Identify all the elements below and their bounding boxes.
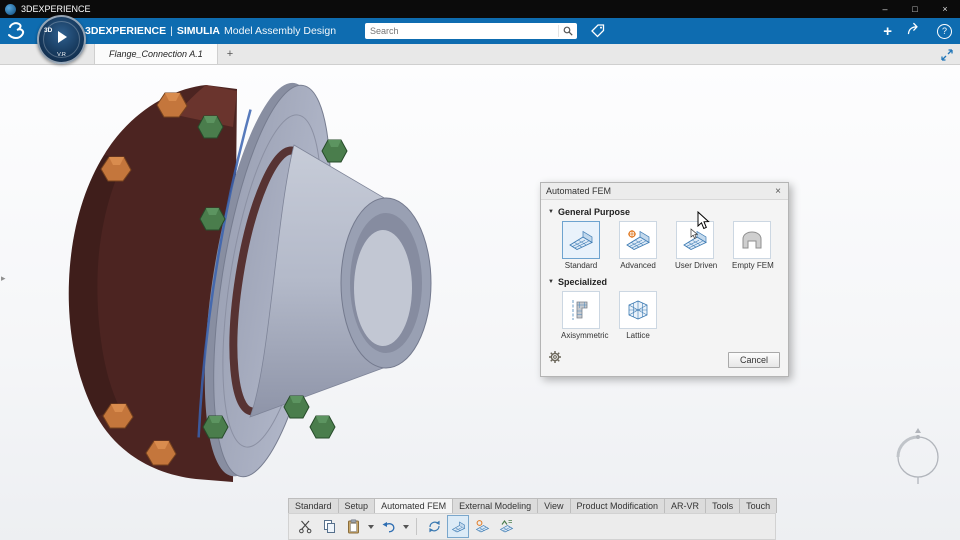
options-gear-icon[interactable]	[548, 350, 562, 369]
specialized-row: Axisymmetric Lattice	[541, 291, 788, 340]
ribbon-tab-ar-vr[interactable]: AR-VR	[664, 498, 706, 513]
ribbon-tab-view[interactable]: View	[537, 498, 570, 513]
fem-option-label: Standard	[561, 261, 601, 270]
dialog-title: Automated FEM	[546, 186, 611, 196]
ribbon-tab-touch[interactable]: Touch	[739, 498, 777, 513]
search-icon[interactable]	[558, 25, 577, 37]
ribbon-tab-tools[interactable]: Tools	[705, 498, 740, 513]
tag-icon[interactable]	[590, 23, 606, 44]
document-tab-active[interactable]: Flange_Connection A.1	[94, 44, 218, 64]
cut-button[interactable]	[294, 515, 316, 538]
collapse-arrow-icon: ▼	[548, 209, 554, 215]
titlebar-app-name: 3DEXPERIENCE	[21, 4, 91, 14]
section-general-purpose[interactable]: ▼ General Purpose	[548, 207, 788, 217]
header-actions: + ?	[883, 18, 952, 44]
brand-text: 3DEXPERIENCE	[85, 25, 166, 37]
app-header: 3DEXPERIENCE | SIMULIA Model Assembly De…	[0, 18, 960, 44]
general-purpose-row: Standard Advanced	[541, 221, 788, 270]
fem-option-advanced[interactable]: Advanced	[618, 221, 658, 270]
action-bar: Standard Setup Automated FEM External Mo…	[288, 498, 776, 540]
app-text: SIMULIA	[177, 25, 220, 37]
chevron-down-icon	[368, 525, 374, 529]
fem-option-label: User Driven	[675, 261, 715, 270]
search-input[interactable]	[365, 26, 558, 36]
section-specialized[interactable]: ▼ Specialized	[548, 277, 788, 287]
expand-viewport-icon[interactable]	[941, 48, 953, 66]
fem-option-label: Lattice	[618, 331, 658, 340]
module-text: Model Assembly Design	[224, 25, 336, 37]
flange-assembly-model[interactable]	[0, 65, 960, 540]
undo-icon	[381, 519, 396, 534]
view-rotation-widget[interactable]	[898, 428, 938, 484]
paste-button[interactable]	[342, 515, 364, 538]
ribbon-tab-setup[interactable]: Setup	[338, 498, 376, 513]
automated-fem-dialog: Automated FEM × ▼ General Purpose Standa…	[540, 182, 789, 377]
os-titlebar: 3DEXPERIENCE – □ ×	[0, 0, 960, 18]
update-icon	[427, 519, 442, 534]
help-icon[interactable]: ?	[937, 24, 952, 39]
minimize-button[interactable]: –	[870, 0, 900, 18]
3d-viewport[interactable]: ▸	[0, 65, 960, 540]
fem-rules-button[interactable]	[495, 515, 517, 538]
undo-button[interactable]	[377, 515, 399, 538]
paste-dropdown[interactable]	[366, 516, 375, 537]
section-label: General Purpose	[558, 207, 630, 217]
fem-option-axisymmetric[interactable]: Axisymmetric	[561, 291, 601, 340]
section-label: Specialized	[558, 277, 607, 287]
action-bar-tabs: Standard Setup Automated FEM External Mo…	[288, 498, 776, 513]
divider-text: |	[170, 25, 173, 37]
copy-button[interactable]	[318, 515, 340, 538]
undo-dropdown[interactable]	[401, 516, 410, 537]
mesh-advanced-icon	[475, 519, 490, 534]
close-button[interactable]: ×	[930, 0, 960, 18]
mesh-standard-icon	[451, 519, 466, 534]
fem-option-empty-fem[interactable]: Empty FEM	[732, 221, 772, 270]
add-content-button[interactable]: +	[883, 24, 892, 39]
cut-icon	[298, 519, 313, 534]
fem-advanced-button[interactable]	[471, 515, 493, 538]
lattice-icon	[619, 291, 657, 329]
dialog-titlebar[interactable]: Automated FEM ×	[541, 183, 788, 200]
dialog-close-icon[interactable]: ×	[773, 186, 783, 197]
ribbon-tab-automated-fem[interactable]: Automated FEM	[374, 498, 453, 513]
copy-icon	[322, 519, 337, 534]
ribbon-tab-external-modeling[interactable]: External Modeling	[452, 498, 538, 513]
search-box	[365, 23, 577, 39]
collapse-arrow-icon: ▼	[548, 279, 554, 285]
dialog-footer: Cancel	[541, 344, 788, 376]
fem-option-standard[interactable]: Standard	[561, 221, 601, 270]
axisymmetric-icon	[562, 291, 600, 329]
mesh-standard-icon	[562, 221, 600, 259]
panel-expand-arrow[interactable]: ▸	[1, 273, 6, 284]
mesh-rules-icon	[499, 519, 514, 534]
fem-option-lattice[interactable]: Lattice	[618, 291, 658, 340]
update-fem-button[interactable]	[423, 515, 445, 538]
ribbon-tab-product-modification[interactable]: Product Modification	[570, 498, 666, 513]
toolbar-separator	[416, 518, 417, 535]
fem-option-label: Advanced	[618, 261, 658, 270]
3ds-logo-icon	[7, 22, 33, 40]
mesh-advanced-icon	[619, 221, 657, 259]
3d-compass[interactable]: 3D V.R	[37, 15, 86, 64]
ribbon-tab-standard[interactable]: Standard	[288, 498, 339, 513]
share-icon[interactable]	[907, 22, 922, 40]
app-logo-icon	[5, 4, 16, 15]
window-controls: – □ ×	[870, 0, 960, 18]
mouse-cursor	[697, 211, 710, 235]
compass-3d-label: 3D	[44, 27, 52, 34]
cancel-button[interactable]: Cancel	[728, 352, 780, 368]
chevron-down-icon	[403, 525, 409, 529]
header-title: 3DEXPERIENCE | SIMULIA Model Assembly De…	[85, 25, 336, 37]
empty-fem-icon	[733, 221, 771, 259]
maximize-button[interactable]: □	[900, 0, 930, 18]
paste-icon	[346, 519, 361, 534]
ribbon-toolbar	[288, 513, 776, 540]
document-tabbar: Flange_Connection A.1 +	[0, 44, 960, 65]
compass-play-icon[interactable]	[58, 31, 67, 43]
fem-standard-button[interactable]	[447, 515, 469, 538]
new-tab-button[interactable]: +	[218, 44, 242, 64]
fem-option-label: Empty FEM	[732, 261, 772, 270]
fem-option-label: Axisymmetric	[561, 331, 601, 340]
compass-version-label: V.R	[57, 52, 66, 58]
